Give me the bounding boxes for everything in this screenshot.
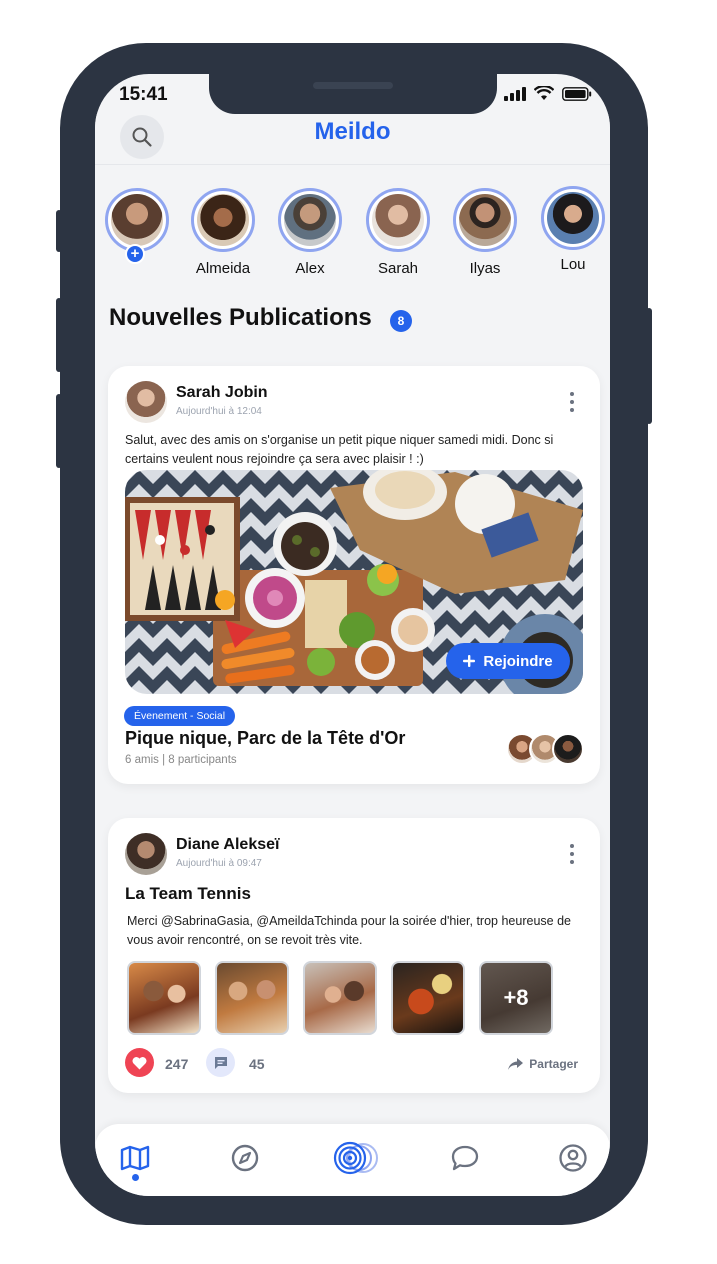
more-options-button[interactable] [568,844,576,864]
story-own[interactable]: + [105,188,169,264]
more-icon [570,392,574,396]
nav-messages[interactable] [447,1140,483,1176]
avatar [284,194,336,246]
avatar [111,194,163,246]
header-divider [95,164,610,165]
screen: 15:41 Meildo + Almeida Alex Sarah Ilyas … [95,74,610,1196]
photo-thumbnail[interactable] [215,961,289,1035]
more-photos-count: +8 [503,985,529,1010]
story-alex[interactable]: Alex [278,188,342,277]
bottom-nav [95,1124,610,1196]
post-title: La Team Tennis [125,884,251,903]
event-title[interactable]: Pique nique, Parc de la Tête d'Or [125,728,405,749]
profile-icon [559,1144,587,1172]
join-label: Rejoindre [483,652,553,670]
author-name[interactable]: Diane Alekseï [176,836,279,854]
more-options-button[interactable] [568,392,576,412]
photo-thumbnail[interactable] [127,961,201,1035]
story-name: Almeida [195,260,251,277]
nav-profile[interactable] [555,1140,591,1176]
post-timestamp: Aujourd'hui à 12:04 [176,406,262,417]
photo-thumbnail[interactable] [391,961,465,1035]
like-button[interactable] [125,1048,154,1077]
story-ring [191,188,255,252]
chat-icon [451,1145,479,1171]
story-name: Ilyas [469,260,501,277]
story-ilyas[interactable]: Ilyas [453,188,517,277]
post-timestamp: Aujourd'hui à 09:47 [176,858,262,869]
avatar [372,194,424,246]
story-name: Lou [560,256,586,273]
feed-title: Nouvelles Publications [109,304,372,331]
active-indicator [132,1174,139,1181]
comment-count: 45 [249,1056,265,1072]
post-text: Salut, avec des amis on s'organise un pe… [125,433,554,466]
story-ring [453,188,517,252]
story-ring [105,188,169,252]
author-name[interactable]: Sarah Jobin [176,384,268,402]
avatar [459,194,511,246]
story-name: Alex [295,260,325,277]
app-header: Meildo [95,114,610,164]
story-name: Sarah [377,260,419,277]
nav-radar[interactable] [333,1140,379,1176]
author-avatar[interactable] [125,833,167,875]
stage: 15:41 Meildo + Almeida Alex Sarah Ilyas … [0,0,717,1264]
story-almeida[interactable]: Almeida [191,188,255,277]
story-sarah[interactable]: Sarah [366,188,430,277]
author-avatar[interactable] [125,381,167,423]
join-button[interactable]: Rejoindre [446,643,570,679]
photo-thumbnail[interactable] [303,961,377,1035]
post-card-photos: Diane Alekseï Aujourd'hui à 09:47 La Tea… [108,818,600,1093]
signal-icon [504,86,526,101]
battery-icon [562,86,592,101]
avatar [197,194,249,246]
share-label: Partager [529,1057,578,1071]
status-time: 15:41 [119,84,168,105]
like-count: 247 [165,1056,189,1072]
more-icon [570,844,574,848]
participant-avatar [552,733,584,765]
story-ring [366,188,430,252]
feed-count-badge: 8 [390,310,412,332]
event-meta: 6 amis | 8 participants [125,754,237,766]
notch [209,74,497,114]
stories-row: + Almeida Alex Sarah Ilyas Lou [105,186,610,278]
speaker [313,82,393,89]
participants-avatars[interactable] [506,733,586,765]
map-icon [120,1145,150,1171]
share-icon [508,1058,524,1070]
avatar [547,192,599,244]
story-lou[interactable]: Lou [541,186,605,273]
comment-icon [214,1056,227,1069]
story-ring [278,188,342,252]
nav-map[interactable] [117,1140,153,1176]
story-ring [541,186,605,250]
plus-icon [463,655,476,667]
status-icons [504,86,592,101]
post-text: Merci @SabrinaGasia, @AmeildaTchinda pou… [127,914,571,947]
radar-icon [333,1141,378,1175]
wifi-icon [534,86,554,100]
event-tag[interactable]: Évenement - Social [124,706,236,726]
app-title: Meildo [314,118,391,145]
more-photos-thumbnail[interactable]: +8 [479,961,553,1035]
post-card-event: Sarah Jobin Aujourd'hui à 12:04 Salut, a… [108,366,600,784]
share-button[interactable]: Partager [508,1057,578,1071]
compass-icon [231,1144,259,1172]
add-story-button[interactable]: + [125,244,145,264]
heart-icon [132,1056,147,1069]
nav-explore[interactable] [227,1140,263,1176]
comment-button[interactable] [206,1048,235,1077]
